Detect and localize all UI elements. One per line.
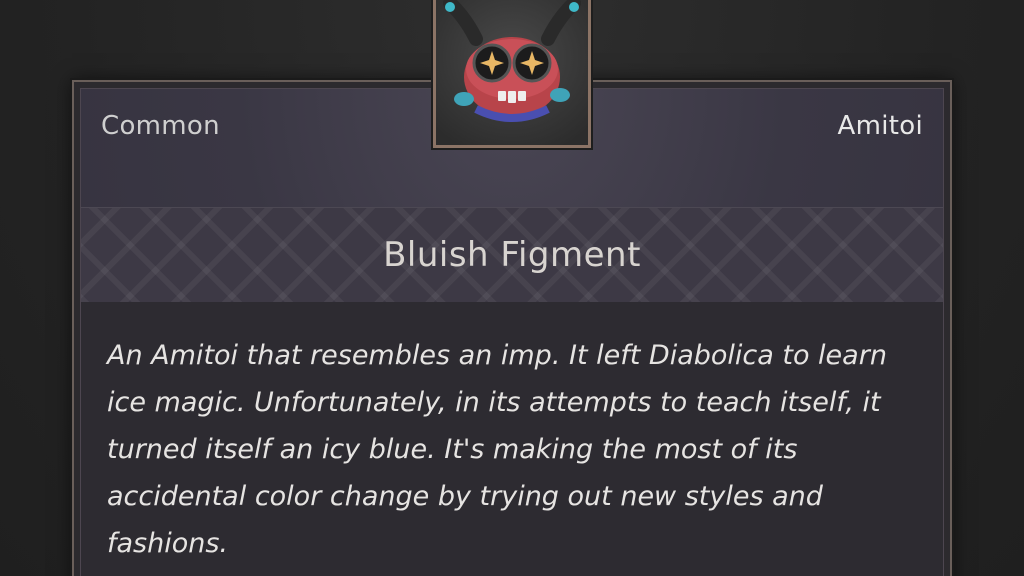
item-detail-screen: Common Amitoi Bluish Figment An Amitoi t… <box>0 0 1024 576</box>
imp-creature-icon <box>436 0 588 145</box>
item-name: Bluish Figment <box>383 235 641 275</box>
item-card-inner: Common Amitoi Bluish Figment An Amitoi t… <box>80 88 944 576</box>
item-description: An Amitoi that resembles an imp. It left… <box>107 340 887 559</box>
item-portrait <box>433 0 591 148</box>
rarity-label: Common <box>101 111 220 141</box>
description-panel: An Amitoi that resembles an imp. It left… <box>81 302 943 576</box>
name-banner: Bluish Figment <box>81 207 943 303</box>
category-label: Amitoi <box>837 111 923 141</box>
item-card: Common Amitoi Bluish Figment An Amitoi t… <box>72 80 952 576</box>
